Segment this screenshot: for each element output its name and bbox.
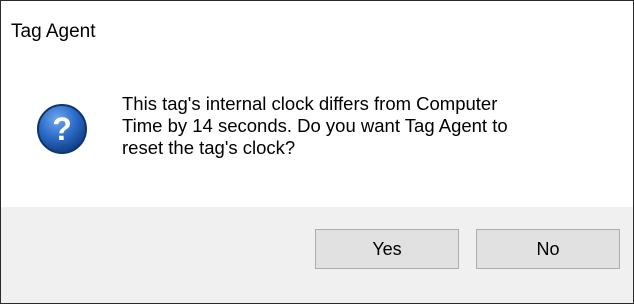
- title-bar: Tag Agent: [1, 1, 633, 63]
- dialog-message: This tag's internal clock differs from C…: [122, 93, 622, 159]
- button-bar: Yes No: [1, 207, 633, 303]
- yes-button[interactable]: Yes: [315, 229, 459, 269]
- question-icon: ?: [37, 104, 87, 154]
- no-button[interactable]: No: [476, 229, 620, 269]
- svg-text:?: ?: [52, 111, 72, 147]
- message-line: This tag's internal clock differs from C…: [122, 93, 498, 114]
- dialog-title: Tag Agent: [11, 21, 96, 42]
- message-line: Time by 14 seconds. Do you want Tag Agen…: [122, 115, 508, 136]
- message-line: reset the tag's clock?: [122, 137, 296, 158]
- dialog-content: ? This tag's internal clock differs from…: [1, 63, 633, 207]
- message-dialog: Tag Agent ? This tag's internal clock di…: [0, 0, 634, 304]
